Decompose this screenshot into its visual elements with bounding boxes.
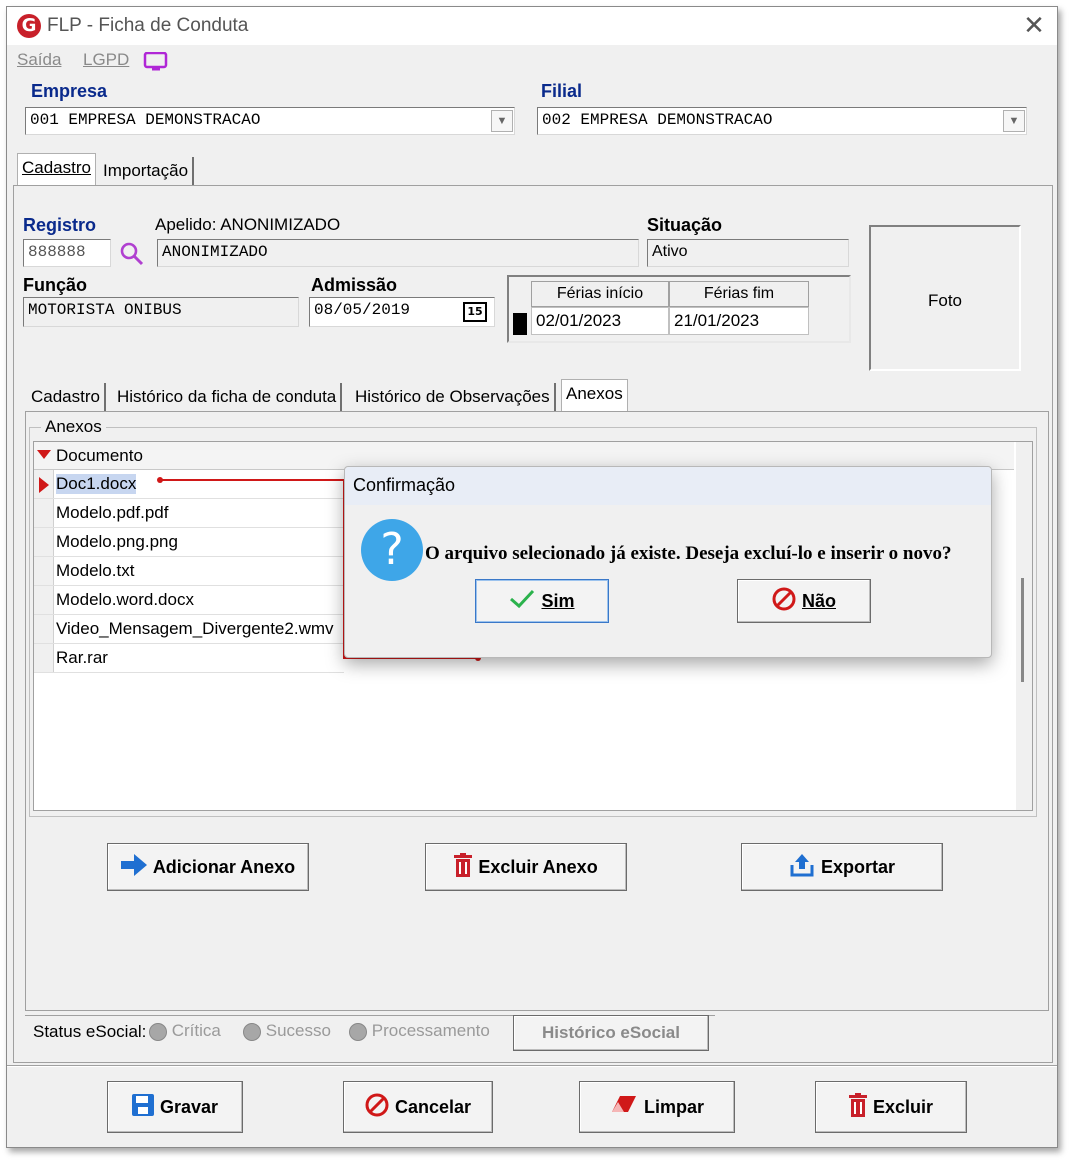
question-icon: ?: [361, 519, 423, 581]
dialog-message: O arquivo selecionado já existe. Deseja …: [425, 543, 952, 564]
dialog-title: Confirmação: [345, 467, 991, 505]
checkmark-icon: [509, 589, 535, 614]
sim-button[interactable]: Sim: [475, 579, 609, 623]
nao-button[interactable]: Não: [737, 579, 871, 623]
confirmation-dialog: Confirmação ? O arquivo selecionado já e…: [344, 466, 992, 658]
cancel-icon: [772, 587, 796, 616]
